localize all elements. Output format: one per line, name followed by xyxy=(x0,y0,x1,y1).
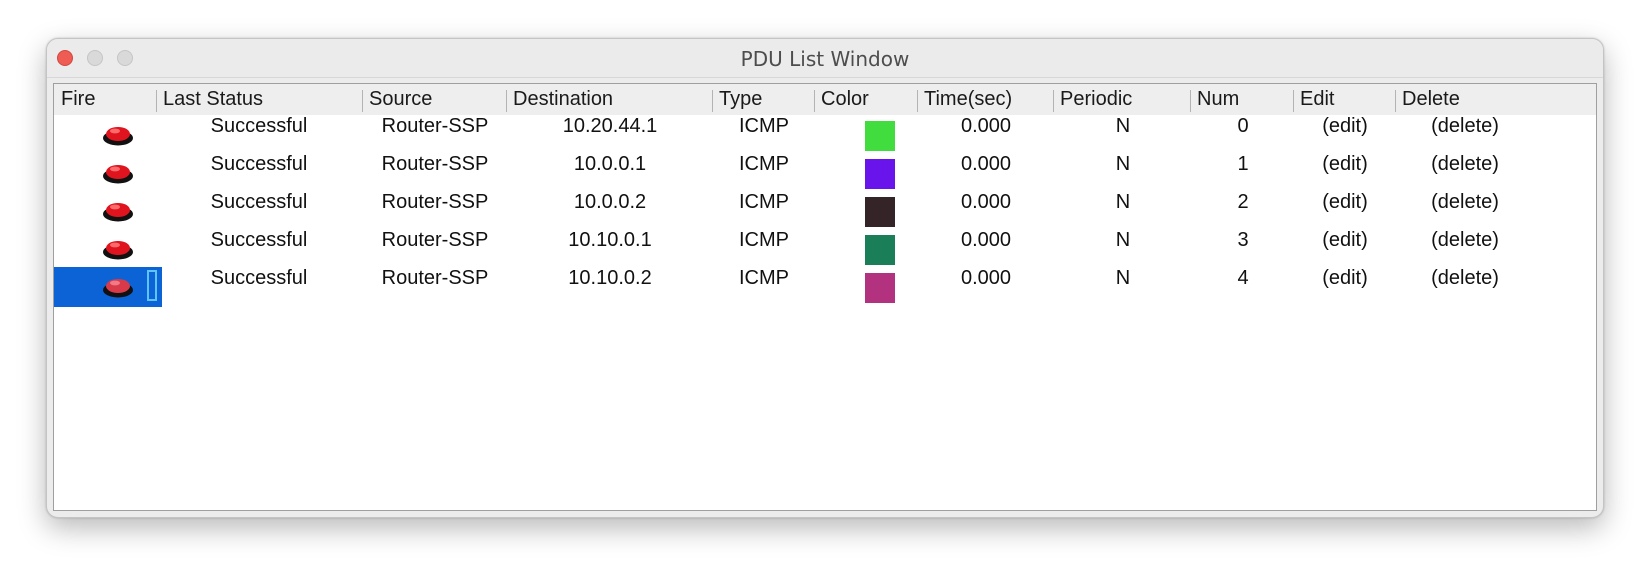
table-row[interactable]: Successful Router-SSP 10.0.0.1 ICMP 0.000 N 1(… xyxy=(54,153,1596,193)
column-header-color[interactable]: Color xyxy=(814,84,869,115)
fire-button-icon[interactable] xyxy=(102,200,134,222)
column-header-delete[interactable]: Delete xyxy=(1395,84,1460,115)
color-swatch[interactable] xyxy=(865,197,895,227)
delete-link[interactable]: (delete) xyxy=(1385,229,1545,269)
time-cell: 0.000 xyxy=(960,191,1012,213)
column-header-periodic[interactable]: Periodic xyxy=(1053,84,1132,115)
last-status-cell: Successful xyxy=(210,153,308,175)
fire-cell[interactable] xyxy=(54,229,162,269)
fire-button-icon[interactable] xyxy=(102,276,134,298)
destination-cell: 10.10.0.2 xyxy=(568,267,652,289)
fire-button-icon[interactable] xyxy=(102,238,134,260)
column-header-source[interactable]: Source xyxy=(362,84,432,115)
type-cell: ICMP xyxy=(739,153,789,175)
column-header-last-status[interactable]: Last Status xyxy=(156,84,263,115)
column-header-num[interactable]: Num xyxy=(1190,84,1239,115)
destination-cell: 10.0.0.2 xyxy=(573,191,647,213)
table-row[interactable]: Successful Router-SSP 10.10.0.2 ICMP 0.000 N 4… xyxy=(54,267,1596,307)
color-swatch[interactable] xyxy=(865,235,895,265)
destination-cell: 10.10.0.1 xyxy=(568,229,652,251)
time-cell: 0.000 xyxy=(960,267,1012,289)
color-swatch[interactable] xyxy=(865,273,895,303)
source-cell: Router-SSP xyxy=(381,267,489,289)
color-swatch[interactable] xyxy=(865,159,895,189)
delete-link[interactable]: (delete) xyxy=(1385,191,1545,231)
last-status-cell: Successful xyxy=(210,191,308,213)
title-bar[interactable]: PDU List Window xyxy=(47,39,1603,78)
table-row[interactable]: Successful Router-SSP 10.10.0.1 ICMP 0.000 N 3… xyxy=(54,229,1596,269)
delete-link[interactable]: (delete) xyxy=(1385,153,1545,193)
fire-cell[interactable] xyxy=(54,153,162,193)
destination-cell: 10.0.0.1 xyxy=(573,153,647,175)
type-cell: ICMP xyxy=(739,115,789,137)
last-status-cell: Successful xyxy=(210,267,308,289)
column-header-edit[interactable]: Edit xyxy=(1293,84,1334,115)
source-cell: Router-SSP xyxy=(381,229,489,251)
fire-button-icon[interactable] xyxy=(102,162,134,184)
type-cell: ICMP xyxy=(739,267,789,289)
source-cell: Router-SSP xyxy=(381,115,489,137)
color-swatch[interactable] xyxy=(865,121,895,151)
table-row[interactable]: Successful Router-SSP 10.0.0.2 ICMP 0.000 N 2(… xyxy=(54,191,1596,231)
type-cell: ICMP xyxy=(739,229,789,251)
column-header-destination[interactable]: Destination xyxy=(506,84,613,115)
column-header-type[interactable]: Type xyxy=(712,84,762,115)
source-cell: Router-SSP xyxy=(381,153,489,175)
table-header: Fire Last Status Source Destination Type… xyxy=(54,84,1596,115)
column-header-fire[interactable]: Fire xyxy=(54,84,95,115)
cell-focus-indicator xyxy=(147,270,157,301)
delete-link[interactable]: (delete) xyxy=(1385,267,1545,307)
table-row[interactable]: Successful Router-SSP 10.20.44.1 ICMP 0.000 N… xyxy=(54,115,1596,155)
type-cell: ICMP xyxy=(739,191,789,213)
delete-link[interactable]: (delete) xyxy=(1385,115,1545,155)
last-status-cell: Successful xyxy=(210,115,308,137)
pdu-list-window: PDU List Window Fire Last Status Source … xyxy=(46,38,1604,518)
fire-cell[interactable] xyxy=(54,267,162,307)
column-header-time[interactable]: Time(sec) xyxy=(917,84,1012,115)
fire-cell[interactable] xyxy=(54,115,162,155)
time-cell: 0.000 xyxy=(960,153,1012,175)
last-status-cell: Successful xyxy=(210,229,308,251)
window-title: PDU List Window xyxy=(740,47,910,71)
fire-cell[interactable] xyxy=(54,191,162,231)
time-cell: 0.000 xyxy=(960,229,1012,251)
source-cell: Router-SSP xyxy=(381,191,489,213)
pdu-table[interactable]: Fire Last Status Source Destination Type… xyxy=(53,83,1597,511)
destination-cell: 10.20.44.1 xyxy=(562,115,658,137)
fire-button-icon[interactable] xyxy=(102,124,134,146)
time-cell: 0.000 xyxy=(960,115,1012,137)
